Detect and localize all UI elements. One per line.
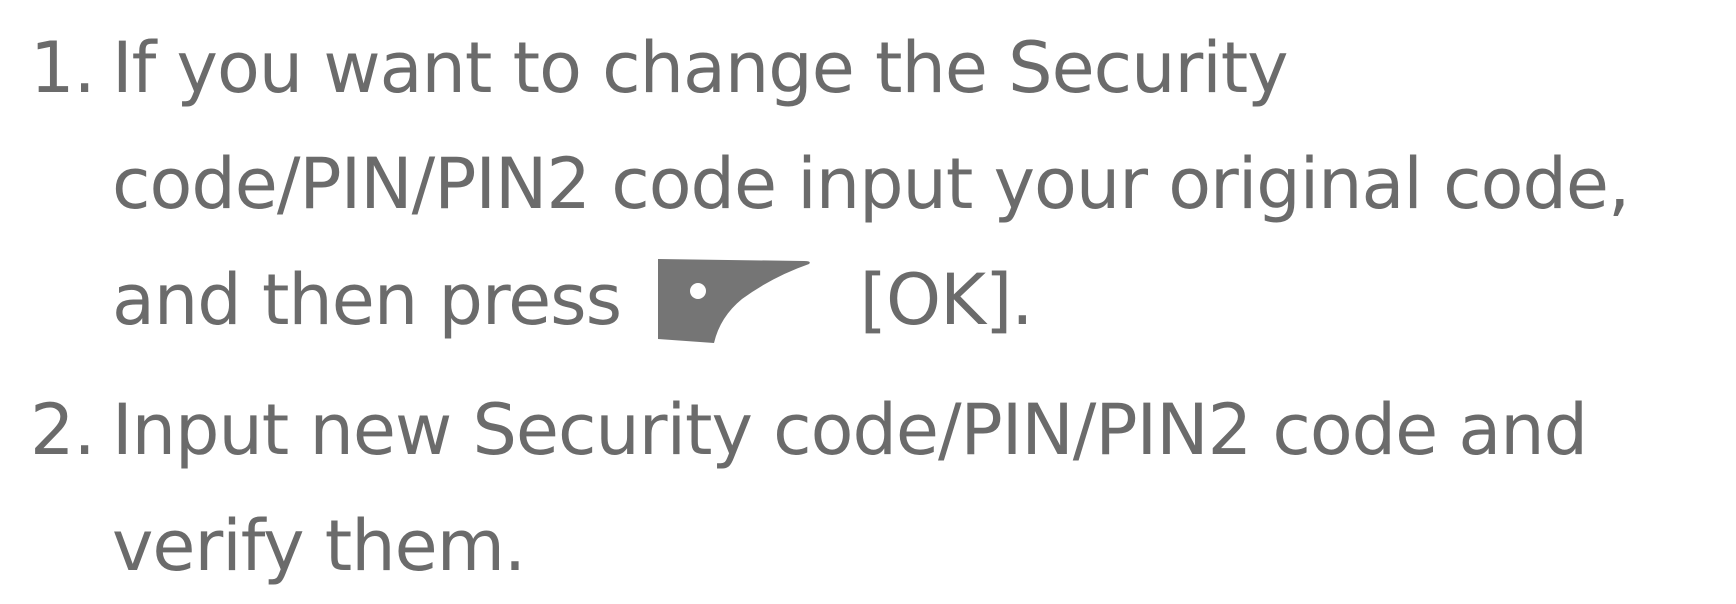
step-line: verify them.	[112, 505, 526, 587]
step-2: 2. Input new Security code/PIN/PIN2 code…	[30, 372, 1730, 604]
step-number: 1.	[30, 27, 96, 109]
step-line: Input new Security code/PIN/PIN2 code an…	[112, 389, 1588, 471]
step-line: If you want to change the Security	[112, 27, 1289, 109]
step-line-with-icon: and then press [OK].	[112, 242, 1730, 358]
instruction-steps: 1. If you want to change the Security co…	[30, 10, 1730, 604]
step-text: If you want to change the Security code/…	[112, 10, 1730, 358]
step-line: code/PIN/PIN2 code input your original c…	[112, 143, 1630, 225]
step-text: Input new Security code/PIN/PIN2 code an…	[112, 372, 1730, 604]
ok-label: [OK].	[859, 259, 1034, 341]
step-number: 2.	[30, 389, 96, 471]
left-soft-key-icon	[654, 255, 816, 345]
step-1: 1. If you want to change the Security co…	[30, 10, 1730, 358]
step-line-text: and then press	[112, 259, 622, 341]
